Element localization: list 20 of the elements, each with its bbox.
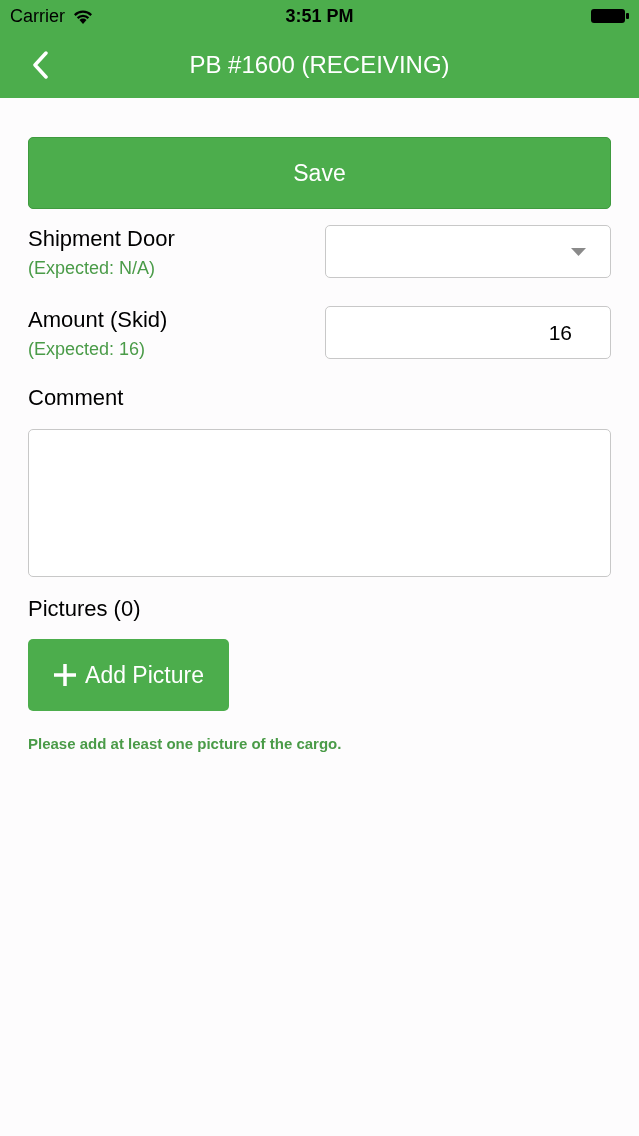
back-chevron-icon: [32, 51, 48, 79]
battery-icon: [591, 8, 629, 24]
pictures-label: Pictures (0): [28, 595, 142, 623]
screen-title: PB #1600 (RECEIVING): [189, 50, 450, 80]
save-button[interactable]: Save: [28, 137, 611, 209]
expected-value: (Expected: 16): [28, 338, 147, 361]
wifi-icon: [73, 8, 93, 24]
number-input-field[interactable]: 16: [325, 306, 611, 359]
dropdown-caret-icon: [571, 247, 586, 256]
status-time: 3:51 PM: [285, 4, 354, 28]
plus-icon: [53, 663, 78, 687]
comment-text-area[interactable]: [28, 429, 611, 577]
field-label: Amount (Skid): [28, 306, 168, 334]
field-label: Shipment Door: [28, 225, 175, 253]
comment-label: Comment: [28, 384, 125, 412]
add-picture-button[interactable]: Add Picture: [28, 639, 229, 711]
picture-hint: Please add at least one picture of the cargo.: [28, 734, 343, 754]
carrier-label: Carrier: [10, 4, 65, 28]
dropdown-field[interactable]: [325, 225, 611, 278]
expected-value: (Expected: N/A): [28, 257, 157, 280]
